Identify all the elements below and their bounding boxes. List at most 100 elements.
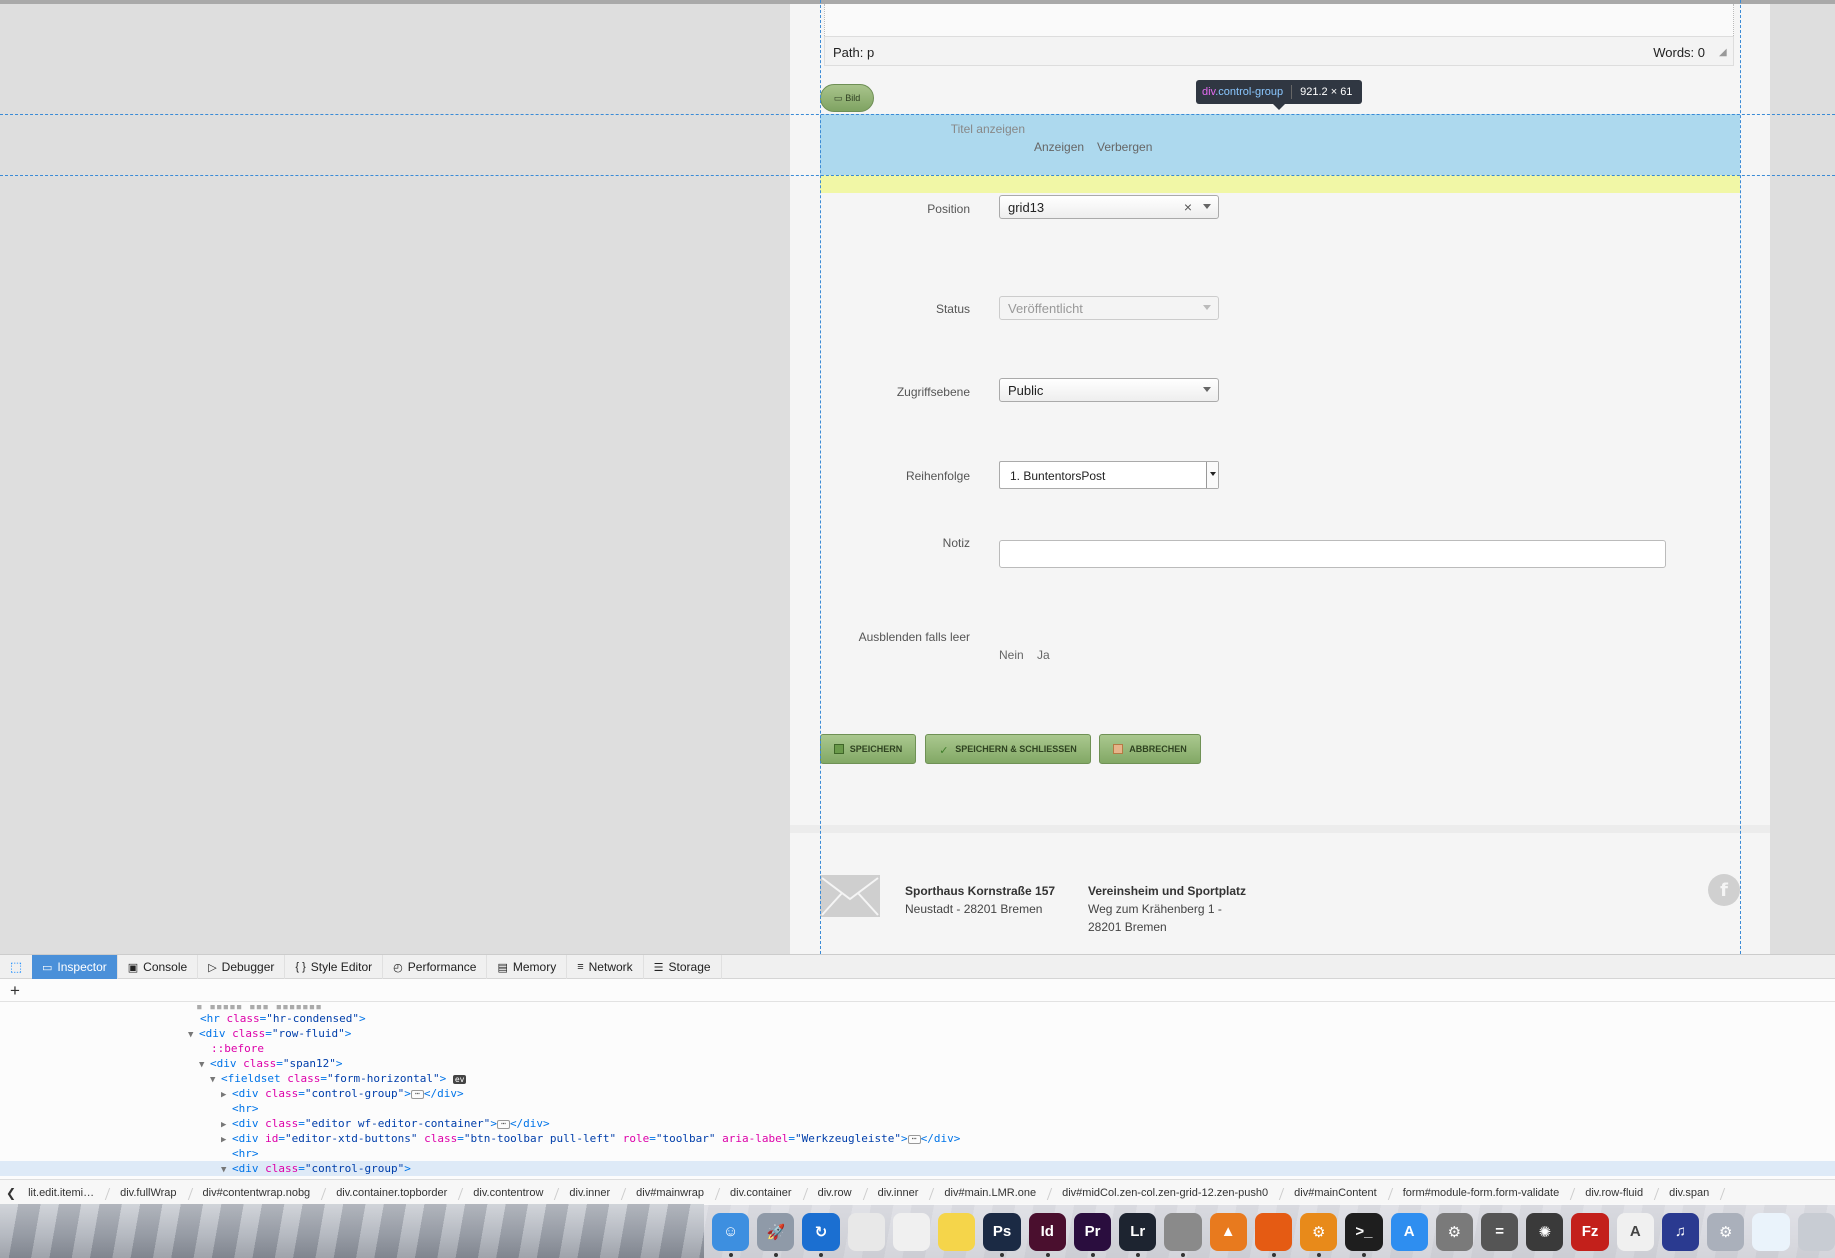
notes-icon[interactable] <box>938 1212 976 1251</box>
filezilla-icon[interactable]: Fz <box>1571 1212 1609 1251</box>
style-editor-icon: { } <box>295 961 306 973</box>
tree-line[interactable]: ▶ <div id="editor-xtd-buttons" class="btn… <box>221 1131 960 1146</box>
trash-icon[interactable] <box>1797 1212 1835 1251</box>
sync-icon[interactable]: ↻ <box>802 1212 840 1257</box>
settings-gear-icon[interactable]: ⚙ <box>1300 1212 1338 1257</box>
tree-line[interactable]: ::before <box>211 1041 264 1056</box>
tree-line[interactable]: <hr> <box>232 1101 259 1116</box>
zugriffsebene-label: Zugriffsebene <box>896 385 970 399</box>
audacity-icon[interactable]: ♫ <box>1661 1212 1700 1251</box>
breadcrumb-item[interactable]: form#module-form.form-validate <box>1391 1187 1574 1199</box>
tab-label: Debugger <box>221 960 275 974</box>
cancel-button[interactable]: Abbrechen <box>1099 734 1201 764</box>
editor-path-label[interactable]: Path: p <box>833 45 874 60</box>
tab-console[interactable]: ▣ Console <box>118 955 199 979</box>
position-select[interactable]: grid13 × <box>999 195 1219 219</box>
editor-content-area[interactable] <box>824 4 1734 36</box>
indesign-icon[interactable]: Id <box>1028 1212 1066 1257</box>
premiere-icon[interactable]: Pr <box>1073 1212 1112 1257</box>
inspector-icon: ▭ <box>42 961 53 974</box>
calculator-icon[interactable]: = <box>1480 1212 1519 1251</box>
app-store-icon[interactable]: A <box>1390 1212 1428 1251</box>
chevron-left-icon[interactable]: ❮ <box>0 1186 16 1200</box>
tab-network[interactable]: ≡ Network <box>567 955 644 979</box>
tab-label: Storage <box>668 960 711 974</box>
resize-handle-icon[interactable]: ◢ <box>1719 47 1729 58</box>
tab-label: Network <box>588 960 633 974</box>
page-left-background <box>0 4 790 954</box>
add-node-icon[interactable]: + <box>10 981 20 1001</box>
ausblenden-option-nein[interactable]: Nein <box>999 648 1024 662</box>
finder-icon[interactable]: ☺ <box>712 1212 750 1257</box>
acrobat-icon[interactable]: A <box>1616 1212 1654 1251</box>
breadcrumb-item[interactable]: div.container.topborder <box>324 1187 461 1199</box>
tree-line[interactable]: ▼ <fieldset class="form-horizontal"> ev <box>210 1071 467 1086</box>
textedit-icon[interactable] <box>892 1212 931 1251</box>
breadcrumb-item[interactable]: div#mainContent <box>1282 1187 1391 1199</box>
aperture-icon[interactable]: ✺ <box>1526 1212 1564 1251</box>
clear-icon[interactable]: × <box>1184 199 1192 215</box>
footer-address-line: Neustadt - 28201 Bremen <box>905 902 1043 916</box>
element-picker-icon[interactable]: ⬚ <box>0 955 32 979</box>
devtools-tabbar: ⬚ ▭ Inspector ▣ Console ▷ Debugger { } Style Ed… <box>0 955 1835 979</box>
expand-arrow-icon: ▼ <box>199 1060 205 1070</box>
zugriffsebene-select[interactable]: Public <box>999 378 1219 402</box>
reihenfolge-select[interactable]: 1. BuntentorsPost <box>999 461 1219 489</box>
titel-option-verbergen[interactable]: Verbergen <box>1097 140 1152 154</box>
ausblenden-label: Ausblenden falls leer <box>858 630 970 644</box>
image-button-label: Bild <box>845 93 861 103</box>
footer-divider <box>790 825 1770 833</box>
facebook-icon[interactable]: f <box>1708 874 1740 906</box>
breadcrumb-item[interactable]: lit.edit.itemi… <box>16 1187 108 1199</box>
script-editor-icon[interactable] <box>1164 1212 1202 1257</box>
tab-inspector[interactable]: ▭ Inspector <box>32 955 118 979</box>
titel-option-anzeigen[interactable]: Anzeigen <box>1034 140 1084 154</box>
breadcrumb-item[interactable]: div.row-fluid <box>1573 1187 1657 1199</box>
breadcrumb-item[interactable]: div#mainwrap <box>624 1187 718 1199</box>
performance-icon: ◴ <box>393 961 403 974</box>
breadcrumb-item[interactable]: div.inner <box>866 1187 933 1199</box>
tree-line[interactable]: ▶ <div class="editor wf-editor-container"… <box>221 1116 550 1131</box>
notiz-input[interactable] <box>999 540 1666 568</box>
launchpad-icon[interactable]: 🚀 <box>757 1212 795 1257</box>
ausblenden-option-ja[interactable]: Ja <box>1037 648 1050 662</box>
tree-line[interactable]: ▼ <div class="row-fluid"> <box>188 1026 351 1041</box>
tree-line[interactable]: <hr> <box>232 1146 259 1161</box>
breadcrumb-item[interactable]: div.contentrow <box>461 1187 557 1199</box>
tab-style-editor[interactable]: { } Style Editor <box>285 955 384 979</box>
tree-line[interactable]: <hr class="hr-condensed"> <box>200 1011 366 1026</box>
guide-line-right <box>1740 0 1741 954</box>
breadcrumb-item[interactable]: div#midCol.zen-col.zen-grid-12.zen-push0 <box>1050 1187 1282 1199</box>
breadcrumb-item[interactable]: div#main.LMR.one <box>932 1187 1050 1199</box>
image-button[interactable]: ▭ Bild <box>820 84 874 112</box>
save-button[interactable]: Speichern <box>820 734 916 764</box>
firefox-icon[interactable] <box>1254 1212 1293 1257</box>
tab-performance[interactable]: ◴ Performance <box>383 955 488 979</box>
vlc-icon[interactable]: ▲ <box>1209 1212 1247 1251</box>
tab-debugger[interactable]: ▷ Debugger <box>198 955 286 979</box>
system-info-icon[interactable]: ⚙ <box>1707 1212 1745 1251</box>
breadcrumb-item[interactable]: div.fullWrap <box>108 1187 190 1199</box>
breadcrumb-item[interactable]: div.span <box>1657 1187 1723 1199</box>
checkmark-icon: ✓ <box>939 745 949 757</box>
breadcrumb-item[interactable]: div#contentwrap.nobg <box>191 1187 325 1199</box>
tree-line-selected[interactable]: ▼ <div class="control-group"> <box>0 1161 1835 1176</box>
save-close-button[interactable]: ✓ Speichern & Schliessen <box>925 734 1091 764</box>
breadcrumb-item[interactable]: div.container <box>718 1187 806 1199</box>
expand-arrow-icon: ▼ <box>210 1075 216 1085</box>
status-value: Veröffentlicht <box>1008 301 1083 316</box>
lightroom-icon[interactable]: Lr <box>1119 1212 1157 1257</box>
documents-icon[interactable] <box>1752 1212 1790 1251</box>
tree-line[interactable]: ▶ <div class="control-group"> ⋯ </div> <box>221 1086 464 1101</box>
breadcrumb-item[interactable]: div.row <box>806 1187 866 1199</box>
preview-icon[interactable] <box>847 1212 885 1251</box>
photoshop-icon[interactable]: Ps <box>983 1212 1021 1257</box>
system-preferences-icon[interactable]: ⚙ <box>1435 1212 1473 1251</box>
tab-memory[interactable]: ▤ Memory <box>487 955 568 979</box>
guide-line-bottom <box>0 175 1835 176</box>
cancel-button-label: Abbrechen <box>1129 744 1187 754</box>
tab-storage[interactable]: ☰ Storage <box>644 955 722 979</box>
terminal-icon[interactable]: >_ <box>1345 1212 1383 1257</box>
breadcrumb-item[interactable]: div.inner <box>557 1187 624 1199</box>
tree-line[interactable]: ▼ <div class="span12"> <box>199 1056 342 1071</box>
